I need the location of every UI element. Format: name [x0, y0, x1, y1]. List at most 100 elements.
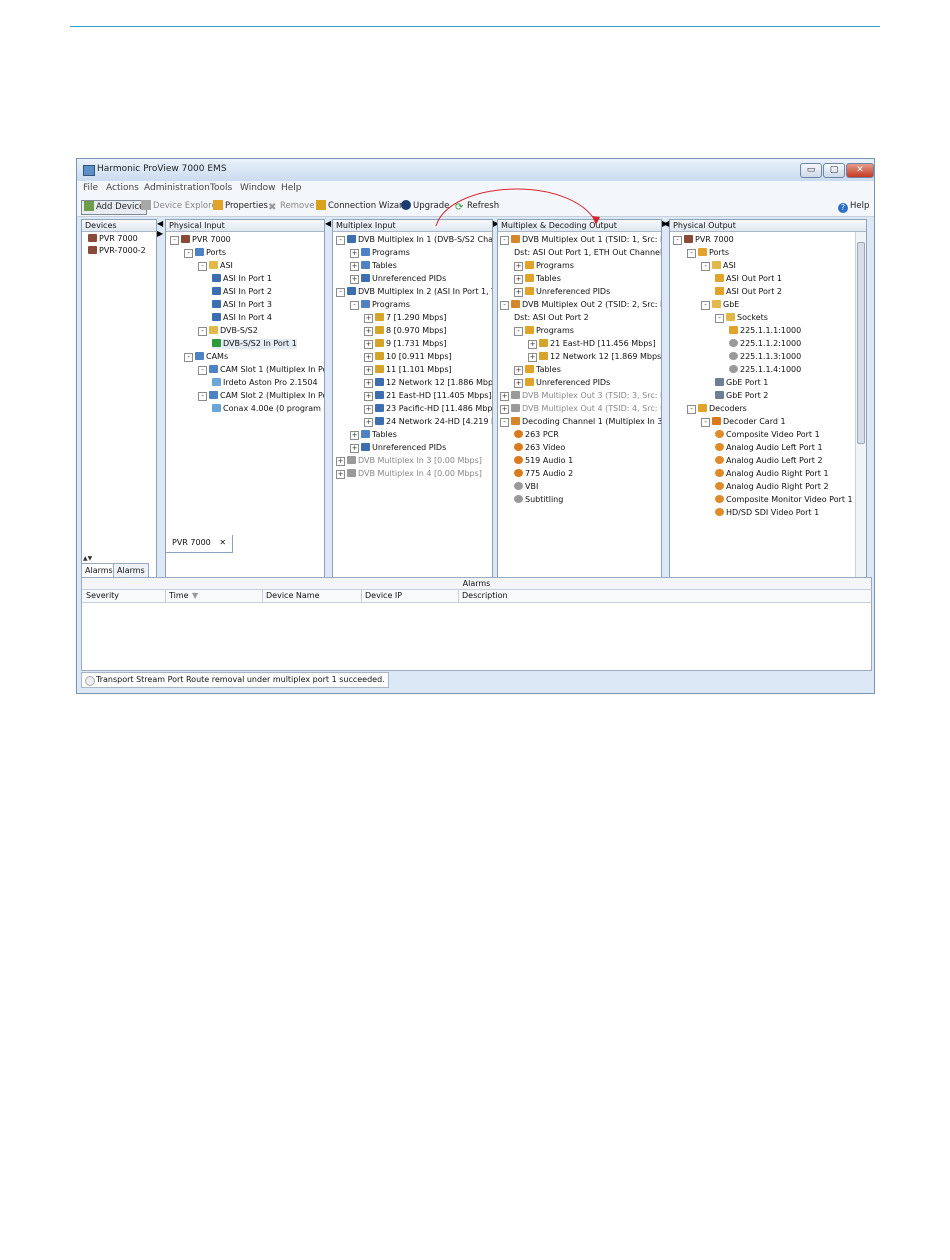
tree-node[interactable]: Composite Monitor Video Port 1 — [715, 495, 853, 505]
collapse-toggle-icon[interactable]: - — [336, 288, 345, 297]
tree-node[interactable]: Analog Audio Right Port 2 — [715, 482, 829, 492]
menu-administration[interactable]: Administration — [144, 183, 210, 193]
expand-toggle-icon[interactable]: + — [514, 366, 523, 375]
collapse-toggle-icon[interactable]: - — [184, 353, 193, 362]
expand-arrow-icon[interactable]: ▶ — [157, 229, 163, 238]
tree-node[interactable]: ASI Out Port 1 — [715, 274, 782, 284]
tree-node[interactable]: - Programs — [514, 326, 574, 336]
collapse-toggle-icon[interactable]: - — [500, 301, 509, 310]
tree-node[interactable]: - ASI — [701, 261, 736, 271]
expand-toggle-icon[interactable]: + — [500, 392, 509, 401]
collapse-toggle-icon[interactable]: - — [514, 327, 523, 336]
tree-node[interactable]: - CAM Slot 2 (Multiplex In Port — [198, 391, 324, 401]
tree-node[interactable]: - DVB-S/S2 — [198, 326, 258, 336]
help-button[interactable]: ? Help — [838, 200, 869, 213]
connection-wizard-button[interactable]: Connection Wizard — [316, 200, 408, 213]
tab-alarms-history[interactable]: Alarms History — [113, 563, 150, 588]
tree-node[interactable]: - Ports — [184, 248, 226, 258]
tree-node[interactable]: +12 Network 12 [1.869 Mbps] — [528, 352, 661, 362]
tree-node[interactable]: - CAMs — [184, 352, 228, 362]
tree-node[interactable]: HD/SD SDI Video Port 1 — [715, 508, 819, 518]
tree-node[interactable]: - Programs — [350, 300, 410, 310]
tree-node[interactable]: + Tables — [350, 430, 397, 440]
expand-toggle-icon[interactable]: + — [364, 340, 373, 349]
expand-toggle-icon[interactable]: + — [500, 405, 509, 414]
expand-toggle-icon[interactable]: + — [514, 262, 523, 271]
tree-node[interactable]: - Decoding Channel 1 (Multiplex In 3, Pro — [500, 417, 661, 427]
expand-toggle-icon[interactable]: + — [364, 418, 373, 427]
collapse-toggle-icon[interactable]: - — [184, 249, 193, 258]
tree-node[interactable]: - DVB Multiplex Out 2 (TSID: 2, Src: Mult… — [500, 300, 661, 310]
tree-node[interactable]: ASI In Port 2 — [212, 287, 272, 297]
column-severity[interactable]: Severity — [86, 591, 119, 601]
tree-node[interactable]: 225.1.1.2:1000 — [729, 339, 801, 349]
collapse-toggle-icon[interactable]: - — [170, 236, 179, 245]
tree-node[interactable]: ASI In Port 4 — [212, 313, 272, 323]
tree-node[interactable]: 263 Video — [514, 443, 565, 453]
tree-node[interactable]: Composite Video Port 1 — [715, 430, 820, 440]
menu-tools[interactable]: Tools — [210, 183, 232, 193]
expand-toggle-icon[interactable]: + — [514, 275, 523, 284]
tree-node[interactable]: +21 East-HD [11.456 Mbps] — [528, 339, 656, 349]
device-explorer-button[interactable]: Device Explorer — [141, 200, 220, 213]
tree-node[interactable]: - Sockets — [715, 313, 768, 323]
collapse-toggle-icon[interactable]: - — [687, 405, 696, 414]
tree-node[interactable]: Irdeto Aston Pro 2.1504 — [212, 378, 318, 388]
tree-node[interactable]: + Programs — [514, 261, 574, 271]
tree-node[interactable]: DVB-S/S2 In Port 1 — [212, 339, 297, 349]
device-tab[interactable]: PVR 7000 ✕ — [165, 535, 234, 553]
tree-node[interactable]: Conax 4.00e (0 program — [212, 404, 321, 414]
tree-node[interactable]: Analog Audio Left Port 2 — [715, 456, 823, 466]
tree-node[interactable]: - ASI — [198, 261, 233, 271]
collapse-toggle-icon[interactable]: - — [673, 236, 682, 245]
collapse-arrow-icon[interactable]: ◀ — [663, 219, 669, 228]
close-button[interactable]: ✕ — [846, 163, 874, 178]
device-item-pvr7000[interactable]: PVR 7000 — [88, 234, 138, 244]
tree-node[interactable]: - Ports — [687, 248, 729, 258]
tree-node[interactable]: - DVB Multiplex In 1 (DVB-S/S2 Channel — [336, 235, 492, 245]
tree-node[interactable]: 225.1.1.4:1000 — [729, 365, 801, 375]
collapse-toggle-icon[interactable]: - — [701, 418, 710, 427]
tree-node[interactable]: +10 [0.911 Mbps] — [364, 352, 452, 362]
add-device-button[interactable]: Add Device — [81, 200, 148, 215]
tree-node[interactable]: Subtitling — [514, 495, 563, 505]
minimize-button[interactable]: ▭ — [800, 163, 822, 178]
tree-node[interactable]: - DVB Multiplex In 2 (ASI In Port 1, TSID — [336, 287, 492, 297]
expand-toggle-icon[interactable]: + — [336, 470, 345, 479]
tree-node[interactable]: + DVB Multiplex In 4 [0.00 Mbps] — [336, 469, 482, 479]
maximize-button[interactable]: ▢ — [823, 163, 845, 178]
collapse-toggle-icon[interactable]: - — [198, 392, 207, 401]
collapse-toggle-icon[interactable]: - — [701, 262, 710, 271]
expand-toggle-icon[interactable]: + — [514, 288, 523, 297]
column-device-name[interactable]: Device Name — [266, 591, 320, 601]
expand-toggle-icon[interactable]: + — [528, 353, 537, 362]
tree-node[interactable]: - Decoders — [687, 404, 747, 414]
tree-node[interactable]: Dst: ASI Out Port 1, ETH Out Channel 1 — [514, 248, 661, 258]
tree-node[interactable]: +12 Network 12 [1.886 Mbps] — [364, 378, 492, 388]
tree-node[interactable]: + DVB Multiplex Out 3 (TSID: 3, Src: None — [500, 391, 661, 401]
tree-node[interactable]: - PVR 7000 — [673, 235, 734, 245]
tree-node[interactable]: +21 East-HD [11.405 Mbps] — [364, 391, 492, 401]
expand-toggle-icon[interactable]: + — [350, 431, 359, 440]
expand-toggle-icon[interactable]: + — [350, 262, 359, 271]
remove-button[interactable]: ✖ Remove — [268, 200, 315, 213]
properties-button[interactable]: Properties — [213, 200, 268, 213]
tab-alarms[interactable]: Alarms — [81, 563, 117, 578]
expand-toggle-icon[interactable]: + — [364, 327, 373, 336]
tree-node[interactable]: Dst: ASI Out Port 2 — [514, 313, 589, 323]
tree-node[interactable]: + Tables — [514, 274, 561, 284]
tree-node[interactable]: + Programs — [350, 248, 410, 258]
tree-node[interactable]: 225.1.1.1:1000 — [729, 326, 801, 336]
collapse-arrow-icon[interactable]: ◀ — [325, 219, 331, 228]
tree-node[interactable]: GbE Port 1 — [715, 378, 768, 388]
collapse-toggle-icon[interactable]: - — [701, 301, 710, 310]
expand-toggle-icon[interactable]: + — [364, 314, 373, 323]
tree-node[interactable]: Analog Audio Left Port 1 — [715, 443, 823, 453]
collapse-arrow-icon[interactable]: ◀ — [157, 219, 163, 228]
tree-node[interactable]: - GbE — [701, 300, 739, 310]
tree-node[interactable]: +23 Pacific-HD [11.486 Mbps] — [364, 404, 492, 414]
tree-node[interactable]: ASI Out Port 2 — [715, 287, 782, 297]
tree-node[interactable]: +11 [1.101 Mbps] — [364, 365, 452, 375]
tree-node[interactable]: +8 [0.970 Mbps] — [364, 326, 447, 336]
menu-help[interactable]: Help — [281, 183, 302, 193]
